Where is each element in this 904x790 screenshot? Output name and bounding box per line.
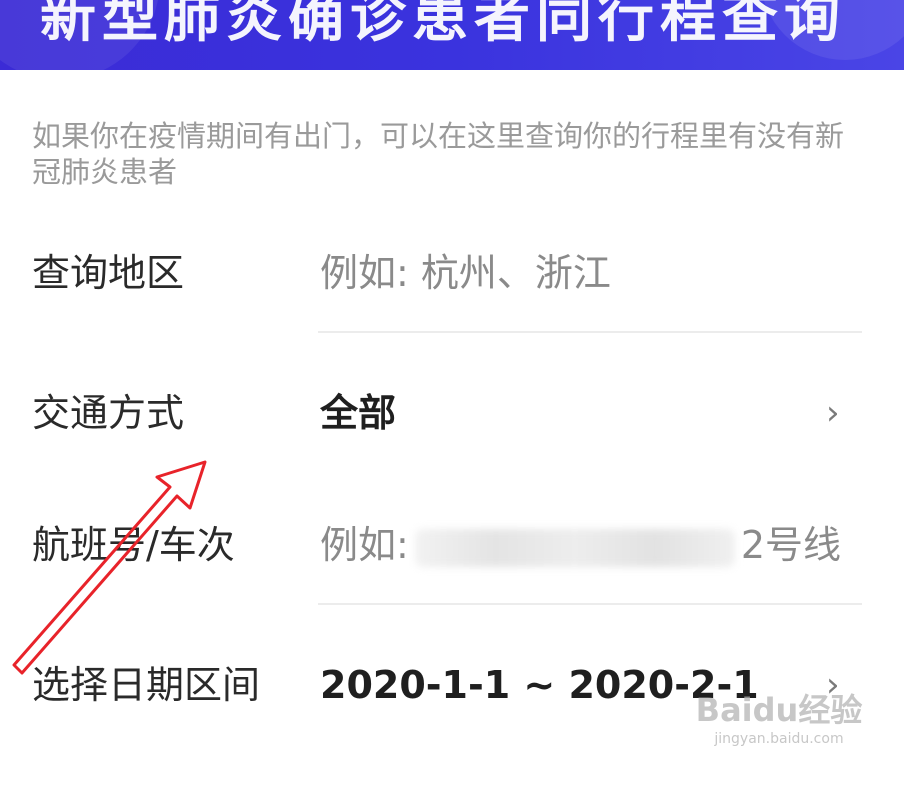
watermark-url: jingyan.baidu.com — [714, 731, 844, 747]
region-input[interactable]: 例如: 杭州、浙江 — [320, 228, 611, 318]
transport-row[interactable]: 交通方式 全部 › — [0, 368, 904, 458]
flight-divider — [318, 603, 862, 605]
flight-placeholder-suffix: 2号线 — [740, 523, 841, 567]
blurred-region — [414, 528, 735, 567]
date-value[interactable]: 2020-1-1 ~ 2020-2-1 — [320, 640, 759, 730]
flight-label: 航班号/车次 — [32, 523, 235, 567]
transport-label: 交通方式 — [32, 391, 185, 435]
watermark-logo: Baidu经验 — [695, 691, 863, 729]
page-title: 新型肺炎确诊患者同行程查询 — [40, 0, 846, 50]
flight-placeholder-prefix: 例如: — [320, 523, 409, 567]
region-divider — [318, 331, 862, 333]
date-label: 选择日期区间 — [32, 663, 261, 707]
region-label: 查询地区 — [32, 251, 185, 295]
chevron-right-icon[interactable]: › — [826, 368, 840, 458]
region-row[interactable]: 查询地区 例如: 杭州、浙江 — [0, 228, 904, 318]
flight-input[interactable]: 例如: 2号线 — [320, 500, 841, 590]
watermark: Baidu经验 jingyan.baidu.com — [694, 690, 864, 770]
transport-value[interactable]: 全部 — [320, 368, 396, 458]
page-description: 如果你在疫情期间有出门，可以在这里查询你的行程里有没有新冠肺炎患者 — [32, 119, 845, 189]
header-banner: 新型肺炎确诊患者同行程查询 — [0, 0, 904, 70]
flight-row[interactable]: 航班号/车次 例如: 2号线 — [0, 500, 904, 590]
